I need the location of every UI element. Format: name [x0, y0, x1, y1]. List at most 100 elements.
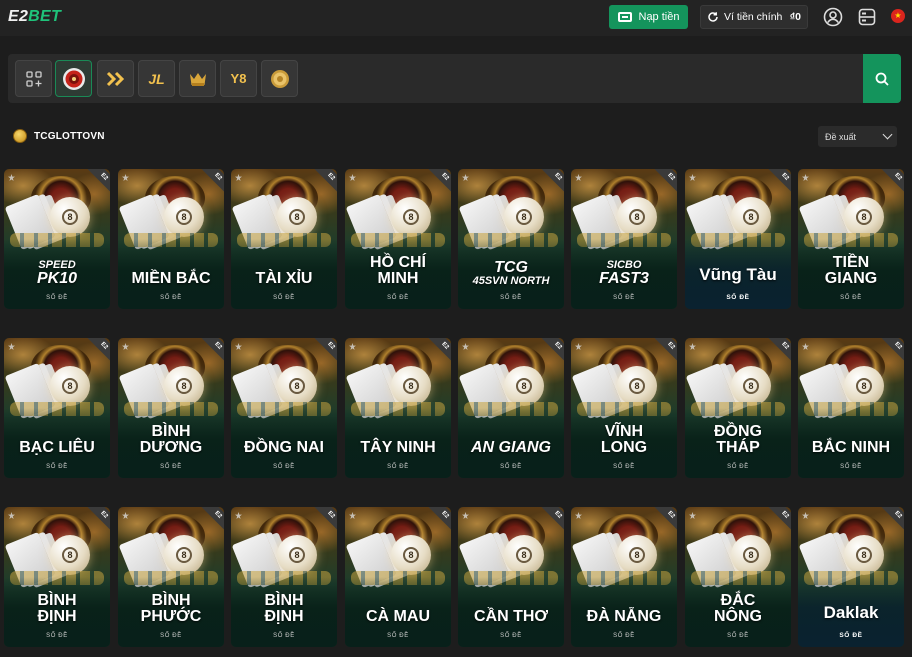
deposit-label: Nạp tiền: [638, 11, 680, 23]
game-category-label: SỐ ĐỀ: [273, 295, 295, 301]
game-category-label: SỐ ĐỀ: [840, 464, 862, 470]
yb-logo-icon: Y8: [230, 71, 247, 86]
coin-icon: [13, 129, 27, 143]
game-category-label: SỐ ĐỀ: [500, 464, 522, 470]
game-title-text: BẠC LIÊU: [19, 439, 95, 456]
provider-coin[interactable]: [261, 60, 298, 97]
game-category-label: SỐ ĐỀ: [613, 295, 635, 301]
game-title: SICBO FAST3: [573, 260, 675, 287]
game-card[interactable]: 8 E2 CẦN THƠ SỐ ĐỀ: [458, 507, 564, 647]
lottery-ball-icon: 8: [617, 535, 657, 575]
game-title: Vũng Tàu: [687, 266, 789, 283]
provider-tcg-lotto[interactable]: [55, 60, 92, 97]
game-card[interactable]: 8 E2 BẠC LIÊU SỐ ĐỀ: [4, 338, 110, 478]
game-card[interactable]: 8 E2 TCG 45SVN NORTH SỐ ĐỀ: [458, 169, 564, 309]
logo[interactable]: E2BET: [8, 8, 61, 26]
lottery-ball-icon: 8: [731, 366, 771, 406]
game-title-text: CÀ MAU: [366, 608, 430, 625]
game-card[interactable]: 8 E2 BÌNH DƯƠNG SỐ ĐỀ: [118, 338, 224, 478]
game-category-label: SỐ ĐỀ: [500, 295, 522, 301]
jili-logo-icon: JL: [148, 70, 165, 87]
game-category-label: SỐ ĐỀ: [387, 633, 409, 639]
deposit-button[interactable]: Nạp tiền: [609, 5, 688, 29]
game-card[interactable]: 8 E2 ĐỒNG NAI SỐ ĐỀ: [231, 338, 337, 478]
game-category-label: SỐ ĐỀ: [839, 632, 863, 639]
wallet-label: Ví tiền chính: [724, 11, 783, 23]
game-title: AN GIANG: [460, 440, 562, 456]
menu-grid-icon[interactable]: [857, 7, 877, 27]
provider-yb[interactable]: Y8: [220, 60, 257, 97]
section-title: TCGLOTTOVN: [34, 130, 105, 142]
game-title-text: TÀI XỈU: [255, 270, 313, 287]
user-profile-icon[interactable]: [823, 7, 843, 27]
game-card[interactable]: 8 E2 BẮC NINH SỐ ĐỀ: [798, 338, 904, 478]
game-card[interactable]: 8 E2 Vũng Tàu SỐ ĐỀ: [685, 169, 791, 309]
game-category-label: SỐ ĐỀ: [160, 464, 182, 470]
wallet-card-icon: [617, 12, 632, 22]
game-card[interactable]: 8 E2 SPEED PK10 SỐ ĐỀ: [4, 169, 110, 309]
game-card[interactable]: 8 E2 TIỀN GIANG SỐ ĐỀ: [798, 169, 904, 309]
lottery-ball-icon: 8: [504, 197, 544, 237]
game-title: BÌNH DƯƠNG: [120, 424, 222, 456]
lottery-ball-icon: 8: [617, 366, 657, 406]
lottery-ball-icon: 8: [504, 535, 544, 575]
game-card[interactable]: 8 E2 ĐỒNG THÁP SỐ ĐỀ: [685, 338, 791, 478]
game-title: CÀ MAU: [347, 609, 449, 625]
game-card[interactable]: 8 E2 BÌNH PHƯỚC SỐ ĐỀ: [118, 507, 224, 647]
main-wallet-button[interactable]: Ví tiền chính ₫0: [700, 5, 808, 29]
game-title: BÌNH ĐỊNH: [233, 593, 335, 625]
game-title: Daklak: [800, 604, 902, 621]
refresh-icon[interactable]: [707, 11, 719, 23]
sort-dropdown[interactable]: Đề xuất: [818, 126, 897, 147]
provider-jili[interactable]: JL: [138, 60, 175, 97]
provider-all-games[interactable]: [15, 60, 52, 97]
double-chevron-icon: [106, 71, 124, 86]
game-card[interactable]: 8 E2 CÀ MAU SỐ ĐỀ: [345, 507, 451, 647]
game-card[interactable]: 8 E2 VĨNH LONG SỐ ĐỀ: [571, 338, 677, 478]
game-title-text: AN GIANG: [471, 439, 551, 456]
game-card[interactable]: 8 E2 TÂY NINH SỐ ĐỀ: [345, 338, 451, 478]
lottery-ball-icon: 8: [50, 535, 90, 575]
roulette-icon: [62, 67, 85, 90]
game-title: ĐỒNG THÁP: [687, 424, 789, 456]
game-card[interactable]: 8 E2 Daklak SỐ ĐỀ: [798, 507, 904, 647]
game-card[interactable]: 8 E2 BÌNH ĐỊNH SỐ ĐỀ: [231, 507, 337, 647]
game-card[interactable]: 8 E2 HỒ CHÍ MINH SỐ ĐỀ: [345, 169, 451, 309]
game-category-label: SỐ ĐỀ: [46, 464, 68, 470]
game-card[interactable]: 8 E2 TÀI XỈU SỐ ĐỀ: [231, 169, 337, 309]
game-card[interactable]: 8 E2 ĐẮC NÔNG SỐ ĐỀ: [685, 507, 791, 647]
game-title: ĐÀ NẴNG: [573, 609, 675, 625]
section-header: TCGLOTTOVN: [13, 129, 105, 143]
provider-crown[interactable]: [179, 60, 216, 97]
lottery-ball-icon: 8: [391, 197, 431, 237]
game-title: TÂY NINH: [347, 440, 449, 456]
lottery-ball-icon: 8: [844, 366, 884, 406]
game-title-text: HỒ CHÍ MINH: [370, 254, 426, 287]
game-title: BÌNH ĐỊNH: [6, 593, 108, 625]
game-card[interactable]: 8 E2 MIỀN BẮC SỐ ĐỀ: [118, 169, 224, 309]
game-card[interactable]: 8 E2 ĐÀ NẴNG SỐ ĐỀ: [571, 507, 677, 647]
game-category-label: SỐ ĐỀ: [726, 294, 750, 301]
game-category-label: SỐ ĐỀ: [500, 633, 522, 639]
game-title: HỒ CHÍ MINH: [347, 255, 449, 287]
lottery-ball-icon: 8: [844, 535, 884, 575]
provider-arrows[interactable]: [97, 60, 134, 97]
game-title-text: ĐẮC NÔNG: [714, 592, 762, 625]
game-title: TÀI XỈU: [233, 271, 335, 287]
lottery-ball-icon: 8: [504, 366, 544, 406]
game-card[interactable]: 8 E2 BÌNH ĐỊNH SỐ ĐỀ: [4, 507, 110, 647]
game-title-text: ĐỒNG THÁP: [714, 423, 762, 456]
game-title-text: ĐỒNG NAI: [244, 439, 324, 456]
game-card[interactable]: 8 E2 AN GIANG SỐ ĐỀ: [458, 338, 564, 478]
game-card[interactable]: 8 E2 SICBO FAST3 SỐ ĐỀ: [571, 169, 677, 309]
vietnam-flag-icon[interactable]: ★: [891, 9, 905, 23]
chevron-down-icon: [882, 129, 893, 140]
game-category-label: SỐ ĐỀ: [273, 633, 295, 639]
game-category-label: SỐ ĐỀ: [46, 295, 68, 301]
gold-coin-icon: [270, 69, 289, 88]
game-title-text: TÂY NINH: [360, 439, 436, 456]
game-title-text: BÌNH ĐỊNH: [37, 592, 77, 625]
top-bar: E2BET Nạp tiền Ví tiền chính ₫0 ★: [0, 0, 912, 36]
search-button[interactable]: [863, 54, 901, 103]
game-category-label: SỐ ĐỀ: [727, 464, 749, 470]
